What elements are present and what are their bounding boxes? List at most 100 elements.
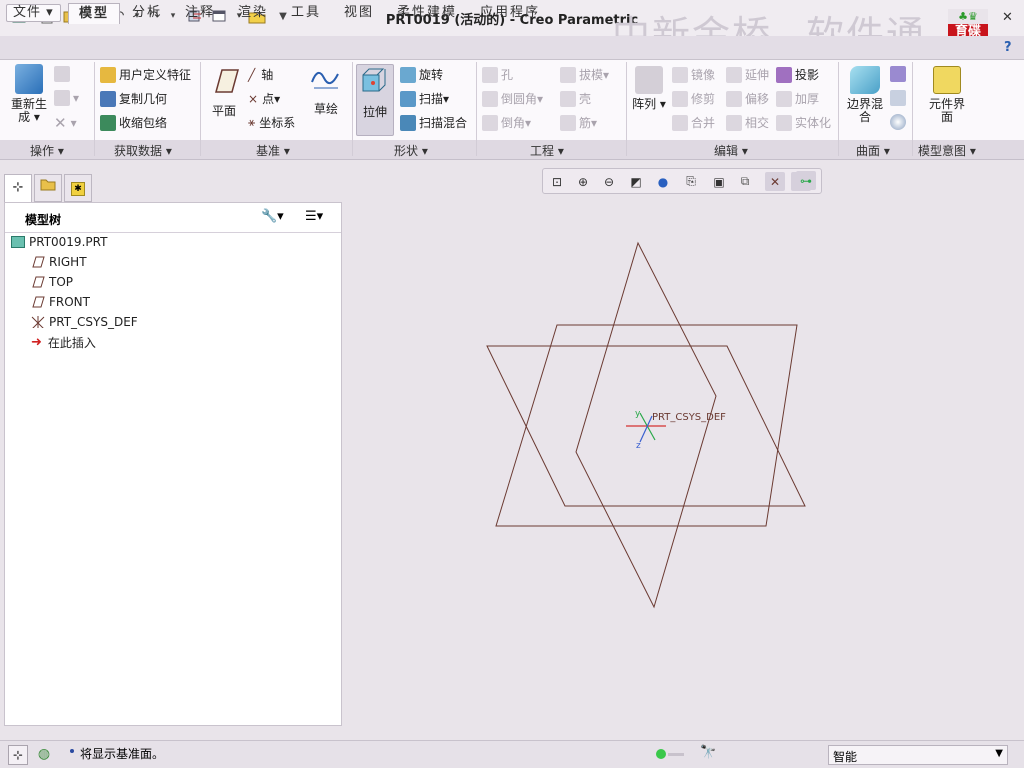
favorites-tab-icon[interactable]: ✱ (64, 174, 92, 202)
paste-button[interactable]: ▾ (54, 90, 79, 106)
group-engineering[interactable]: 工程 ▾ (530, 142, 564, 159)
chevron-down-icon: ▼ (995, 748, 1003, 759)
tree-item-right[interactable]: RIGHT (31, 253, 87, 271)
mirror-button[interactable]: 镜像 (672, 66, 715, 83)
regenerate-button[interactable]: 重新生成 ▾ (8, 64, 50, 124)
sketch-icon (311, 71, 339, 89)
axis-button[interactable]: ╱ 轴 (248, 66, 273, 83)
draft-button[interactable]: 拔模 ▾ (560, 66, 609, 83)
view-manager-icon[interactable]: ▣ (709, 172, 729, 191)
project-icon (776, 66, 792, 83)
regen-status-icon (656, 749, 666, 759)
style-button[interactable] (890, 90, 909, 106)
csys-button[interactable]: ⚹ 坐标系 (248, 114, 295, 131)
regenerate-icon (15, 64, 43, 94)
extend-button[interactable]: 延伸 (726, 66, 769, 83)
sketch-button[interactable]: 草绘 (304, 64, 348, 116)
repaint-icon[interactable]: ◩ (626, 172, 646, 191)
freestyle-button[interactable] (890, 114, 909, 130)
shell-button[interactable]: 壳 (560, 90, 591, 107)
tree-item-csys[interactable]: PRT_CSYS_DEF (31, 313, 138, 331)
help-icon[interactable]: ? (1004, 40, 1012, 55)
extrude-button[interactable]: 拉伸 (356, 64, 394, 136)
selection-filter-dropdown[interactable]: 智能 ▼ (828, 745, 1008, 765)
group-get-data[interactable]: 获取数据 ▾ (114, 142, 172, 159)
udf-icon (100, 66, 116, 83)
boundary-blend-button[interactable]: 边界混合 (846, 66, 884, 124)
pattern-button[interactable]: 阵列 ▾ (632, 66, 666, 111)
delete-button[interactable]: ✕ ▾ (54, 114, 77, 132)
tab-file[interactable]: 文件 ▾ (6, 4, 61, 22)
extrude-icon (362, 68, 386, 92)
tree-show-icon[interactable]: ☰▾ (305, 209, 323, 224)
tab-flexible-modeling[interactable]: 柔性建模 (387, 3, 467, 24)
round-button[interactable]: 倒圆角 ▾ (482, 90, 543, 107)
group-datum[interactable]: 基准 ▾ (256, 142, 290, 159)
tab-annotate[interactable]: 注释 (175, 3, 225, 24)
trim-button[interactable]: 修剪 (672, 90, 715, 107)
tab-render[interactable]: 渲染 (228, 3, 278, 24)
revolve-button[interactable]: 旋转 (400, 66, 443, 83)
model-tree-tab-icon[interactable]: ⊹ (4, 174, 32, 202)
group-editing[interactable]: 编辑 ▾ (714, 142, 748, 159)
thicken-button[interactable]: 加厚 (776, 90, 819, 107)
group-shapes[interactable]: 形状 ▾ (394, 142, 428, 159)
tree-settings-icon[interactable]: 🔧▾ (261, 209, 284, 224)
solidify-button[interactable]: 实体化 (776, 114, 831, 131)
plane-display-icon[interactable]: ✕ (765, 172, 785, 191)
tree-item-front[interactable]: FRONT (31, 293, 90, 311)
zoom-in-icon[interactable]: ⊕ (573, 172, 593, 191)
group-model-intent[interactable]: 模型意图 ▾ (918, 142, 976, 159)
group-divider (352, 62, 353, 156)
fill-button[interactable] (890, 66, 909, 82)
csys-z-label: z (636, 441, 641, 451)
swept-blend-button[interactable]: 扫描混合 (400, 114, 467, 131)
component-interface-button[interactable]: 元件界面 (928, 66, 966, 124)
tree-item-top[interactable]: TOP (31, 273, 73, 291)
refit-icon[interactable]: ⊡ (547, 172, 567, 191)
csys-glyph[interactable]: y z PRT_CSYS_DEF (626, 409, 726, 451)
trim-icon (672, 90, 688, 107)
saved-orientations-icon[interactable]: ⎘ (681, 172, 701, 191)
plane-button[interactable]: 平面 (206, 66, 242, 118)
delete-icon: ✕ (54, 114, 67, 132)
tab-tools[interactable]: 工具 (281, 3, 331, 24)
swept-blend-icon (400, 114, 416, 131)
axis-icon: ╱ (248, 67, 256, 82)
chamfer-button[interactable]: 倒角 ▾ (482, 114, 531, 131)
group-surfaces[interactable]: 曲面 ▾ (856, 142, 890, 159)
tab-applications[interactable]: 应用程序 (470, 3, 550, 24)
copy-button[interactable] (54, 66, 73, 82)
user-defined-feature-button[interactable]: 用户定义特征 (100, 66, 191, 83)
hole-button[interactable]: 孔 (482, 66, 513, 83)
browser-toggle-icon[interactable]: ◍ (34, 745, 54, 765)
insert-arrow-icon: ➜ (31, 334, 42, 350)
display-style-icon[interactable]: ● (653, 172, 673, 191)
group-operations[interactable]: 操作 ▾ (30, 142, 64, 159)
merge-button[interactable]: 合并 (672, 114, 715, 131)
shrinkwrap-button[interactable]: 收缩包络 (100, 114, 167, 131)
tree-item-insert-here[interactable]: ➜ 在此插入 (31, 333, 96, 351)
regen-progress-icon (668, 753, 684, 756)
datum-display-filters-icon[interactable]: ⧉ (735, 172, 755, 191)
rib-button[interactable]: 筋 ▾ (560, 114, 597, 131)
point-button[interactable]: × 点 ▾ (248, 90, 280, 107)
tab-model[interactable]: 模型 (68, 3, 121, 24)
tab-view[interactable]: 视图 (334, 3, 384, 24)
group-divider (94, 62, 95, 156)
toggle-navigator-icon[interactable]: ⊹ (8, 745, 28, 765)
close-window-icon[interactable]: ✕ (1002, 10, 1013, 25)
tab-analysis[interactable]: 分析 (122, 3, 172, 24)
offset-button[interactable]: 偏移 (726, 90, 769, 107)
intersect-button[interactable]: 相交 (726, 114, 769, 131)
tree-item-part[interactable]: PRT0019.PRT (11, 233, 107, 251)
pattern-icon (635, 66, 663, 94)
find-icon[interactable]: 🔭 (700, 745, 716, 760)
copy-geometry-button[interactable]: 复制几何 (100, 90, 167, 107)
graphics-area[interactable]: y z PRT_CSYS_DEF (344, 196, 1020, 736)
folder-browser-tab-icon[interactable] (34, 174, 62, 202)
csys-display-icon[interactable]: ⊶ (796, 171, 816, 190)
sweep-button[interactable]: 扫描 ▾ (400, 90, 449, 107)
zoom-out-icon[interactable]: ⊖ (599, 172, 619, 191)
project-button[interactable]: 投影 (776, 66, 819, 83)
